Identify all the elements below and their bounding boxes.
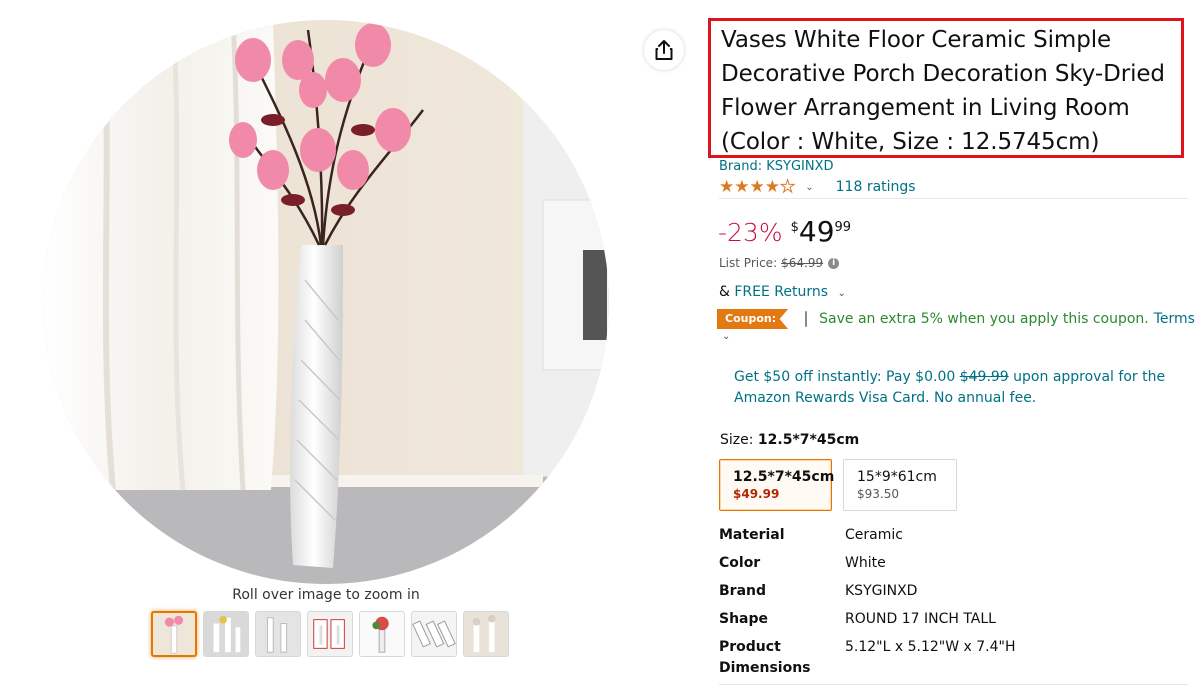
coupon-row: Coupon: Save an extra 5% when you apply …: [717, 309, 1195, 329]
free-returns-link[interactable]: FREE Returns: [734, 284, 828, 300]
spec-row: Shape ROUND 17 INCH TALL: [719, 609, 1015, 637]
list-price-label: List Price:: [719, 256, 778, 270]
thumbnail[interactable]: [255, 611, 301, 657]
thumbnail[interactable]: [359, 611, 405, 657]
size-option[interactable]: 15*9*61cm $93.50: [843, 459, 957, 511]
thumbnail[interactable]: [307, 611, 353, 657]
thumbnail[interactable]: [151, 611, 197, 657]
rating-row: ★ ★ ★ ★ ★ ⌄ 118 ratings: [719, 177, 916, 197]
coupon-badge: Coupon:: [717, 309, 789, 329]
list-price: List Price: $64.99 i: [719, 256, 840, 270]
star-rating[interactable]: ★ ★ ★ ★ ★: [719, 177, 796, 197]
divider: [719, 684, 1188, 685]
coupon-text: Save an extra 5% when you apply this cou…: [819, 311, 1149, 327]
share-button[interactable]: [644, 30, 684, 70]
spec-row: Material Ceramic: [719, 525, 1015, 553]
spec-key: Brand: [719, 583, 767, 599]
size-label: Size: 12.5*7*45cm: [720, 432, 859, 448]
size-selected-value: 12.5*7*45cm: [757, 432, 860, 448]
ratings-count-link[interactable]: 118 ratings: [836, 179, 916, 195]
returns-prefix: &: [719, 284, 730, 300]
thumbnail-strip: [151, 611, 509, 657]
size-label-text: Size:: [720, 432, 754, 448]
size-option-name: 12.5*7*45cm: [733, 469, 835, 485]
price: $ 49 99: [791, 216, 851, 248]
star-icon: ★: [734, 177, 750, 197]
product-title: Vases White Floor Ceramic Simple Decorat…: [721, 27, 1165, 155]
spec-row: Brand KSYGINXD: [719, 581, 1015, 609]
spec-key: Material: [719, 527, 785, 543]
info-icon[interactable]: i: [828, 257, 840, 269]
spec-value: ROUND 17 INCH TALL: [845, 611, 996, 627]
coupon-checkbox[interactable]: [805, 311, 808, 327]
star-icon: ★: [719, 177, 735, 197]
size-option-price: $93.50: [857, 487, 899, 501]
spec-value: White: [845, 555, 886, 571]
spec-key: Product Dimensions: [719, 639, 811, 676]
chevron-down-icon[interactable]: ⌄: [722, 331, 730, 342]
zoom-hint: Roll over image to zoom in: [232, 587, 420, 603]
size-option-price: $49.99: [733, 487, 780, 501]
thumbnail[interactable]: [463, 611, 509, 657]
spec-key: Shape: [719, 611, 769, 627]
vase-photo: [43, 20, 609, 584]
rewards-card-offer[interactable]: Get $50 off instantly: Pay $0.00 $49.99 …: [734, 367, 1174, 409]
spec-row: Product Dimensions 5.12"L x 5.12"W x 7.4…: [719, 637, 1015, 679]
title-highlight-box: Vases White Floor Ceramic Simple Decorat…: [708, 18, 1184, 158]
brand-link[interactable]: Brand: KSYGINXD: [719, 159, 834, 174]
main-product-image[interactable]: [43, 20, 609, 584]
chevron-down-icon[interactable]: ⌄: [805, 182, 813, 193]
rewards-text-1: Get $50 off instantly: Pay $0.00: [734, 369, 956, 385]
star-empty-icon: ★: [779, 177, 796, 197]
share-icon: [655, 40, 673, 60]
size-option-selected[interactable]: 12.5*7*45cm $49.99: [719, 459, 835, 511]
star-icon: ★: [764, 177, 780, 197]
price-symbol: $: [790, 220, 799, 235]
price-fraction: 99: [834, 220, 852, 235]
spec-value: Ceramic: [845, 527, 903, 543]
chevron-down-icon[interactable]: ⌄: [838, 288, 846, 299]
spec-row: Color White: [719, 553, 1015, 581]
discount-percent: -23%: [718, 218, 783, 247]
spec-key: Color: [719, 555, 761, 571]
spec-value: KSYGINXD: [845, 583, 918, 599]
spec-value: 5.12"L x 5.12"W x 7.4"H: [845, 639, 1016, 655]
size-option-name: 15*9*61cm: [857, 469, 937, 485]
price-row: -23% $ 49 99: [718, 216, 851, 250]
divider: [719, 198, 1188, 199]
price-whole: 49: [798, 215, 835, 248]
rewards-strike-price: $49.99: [959, 369, 1009, 385]
list-price-value: $64.99: [781, 256, 824, 270]
thumbnail[interactable]: [411, 611, 457, 657]
star-icon: ★: [749, 177, 765, 197]
coupon-terms-link[interactable]: Terms: [1154, 311, 1195, 327]
thumbnail[interactable]: [203, 611, 249, 657]
spec-table: Material Ceramic Color White Brand KSYGI…: [719, 525, 1015, 679]
returns-row: & FREE Returns ⌄: [719, 284, 846, 300]
